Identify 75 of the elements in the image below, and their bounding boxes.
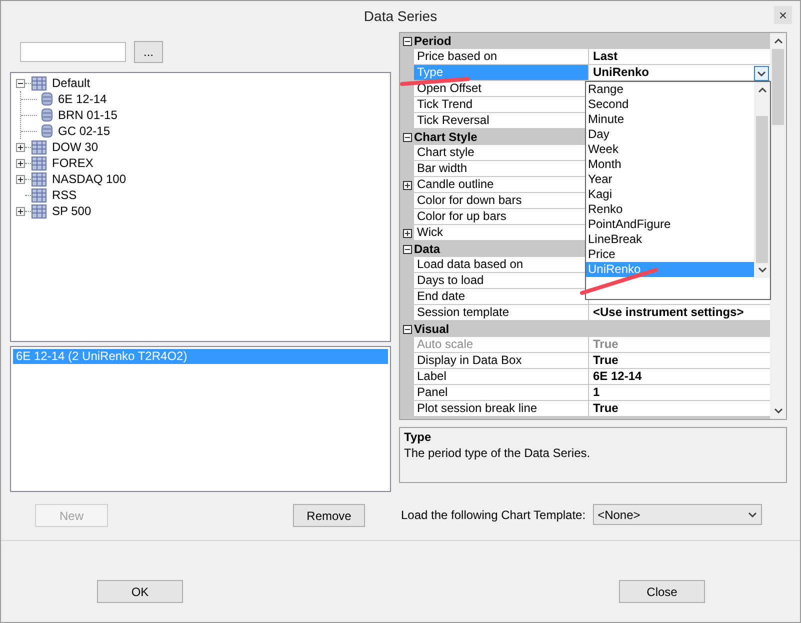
scrollbar-thumb[interactable] <box>772 49 784 125</box>
database-group-icon <box>31 172 47 186</box>
property-name[interactable]: Panel <box>414 385 589 401</box>
database-group-icon <box>31 188 47 202</box>
tree-item[interactable]: Default <box>52 76 90 90</box>
template-label: Load the following Chart Template: <box>401 508 586 522</box>
close-button[interactable]: × <box>774 6 792 24</box>
chevron-down-icon <box>774 408 782 414</box>
property-name[interactable]: Price based on <box>414 49 589 65</box>
tree-item[interactable]: NASDAQ 100 <box>52 172 126 186</box>
database-group-icon <box>31 76 47 90</box>
collapse-toggle[interactable] <box>402 324 412 334</box>
database-group-icon <box>31 156 47 170</box>
search-field[interactable] <box>20 42 126 62</box>
chevron-down-icon <box>757 70 766 76</box>
tree-item[interactable]: FOREX <box>52 156 94 170</box>
tree-item[interactable]: GC 02-15 <box>58 124 110 138</box>
property-name[interactable]: Display in Data Box <box>414 353 589 369</box>
expand-toggle[interactable] <box>402 228 412 238</box>
dropdown-button[interactable] <box>754 66 769 81</box>
ok-button[interactable]: OK <box>97 580 183 603</box>
expand-toggle[interactable] <box>16 206 25 216</box>
tree-item[interactable]: RSS <box>52 188 77 202</box>
category-header: Chart Style <box>414 130 478 144</box>
tree-item[interactable]: SP 500 <box>52 204 92 218</box>
database-icon <box>41 92 53 106</box>
database-group-icon <box>31 204 47 218</box>
property-value[interactable]: 6E 12-14 <box>589 369 770 385</box>
plus-icon <box>17 208 24 214</box>
category-header: Data <box>414 242 440 256</box>
property-name[interactable]: End date <box>414 289 589 305</box>
property-value[interactable]: True <box>589 401 770 417</box>
collapse-toggle[interactable] <box>16 78 25 88</box>
property-name[interactable]: Plot session break line <box>414 401 589 417</box>
plus-icon <box>17 176 24 182</box>
property-value[interactable]: <Use instrument settings> <box>589 305 770 321</box>
category-header: Period <box>414 34 452 48</box>
category-header: Visual <box>414 322 450 336</box>
collapse-toggle[interactable] <box>402 244 412 254</box>
property-name[interactable]: Session template <box>414 305 589 321</box>
description-text: The period type of the Data Series. <box>404 446 592 460</box>
database-icon <box>41 108 53 122</box>
plus-icon <box>17 144 24 150</box>
close-dialog-button[interactable]: Close <box>619 580 705 603</box>
remove-button[interactable]: Remove <box>293 504 365 527</box>
template-select[interactable]: <None> <box>592 504 762 525</box>
expand-toggle[interactable] <box>402 180 412 190</box>
collapse-toggle[interactable] <box>402 36 412 46</box>
property-value[interactable]: 1 <box>589 385 770 401</box>
expand-toggle[interactable] <box>16 158 25 168</box>
collapse-toggle[interactable] <box>402 132 412 142</box>
scrollbar[interactable] <box>770 33 786 419</box>
plus-icon <box>404 182 410 188</box>
property-name[interactable]: Label <box>414 369 589 385</box>
scrollbar-thumb[interactable] <box>756 116 768 263</box>
chevron-up-icon <box>758 86 766 93</box>
window-title: Data Series <box>364 8 438 24</box>
tree-item[interactable]: DOW 30 <box>52 140 98 154</box>
property-value[interactable]: Last <box>589 49 770 65</box>
description-title: Type <box>404 430 432 444</box>
property-value[interactable]: UniRenko <box>589 65 770 81</box>
tree-item[interactable]: 6E 12-14 <box>58 92 107 106</box>
property-value[interactable]: True <box>589 353 770 369</box>
browse-button[interactable]: ... <box>134 41 163 63</box>
plus-icon <box>404 230 410 236</box>
tree-item[interactable]: BRN 01-15 <box>58 108 118 122</box>
chevron-down-icon <box>748 512 757 518</box>
chevron-down-icon <box>758 267 766 274</box>
database-group-icon <box>31 140 47 154</box>
expand-toggle[interactable] <box>16 174 25 184</box>
scrollbar[interactable] <box>754 82 770 278</box>
plus-icon <box>17 160 24 166</box>
database-icon <box>41 124 53 138</box>
chevron-up-icon <box>774 38 782 44</box>
expand-toggle[interactable] <box>16 142 25 152</box>
